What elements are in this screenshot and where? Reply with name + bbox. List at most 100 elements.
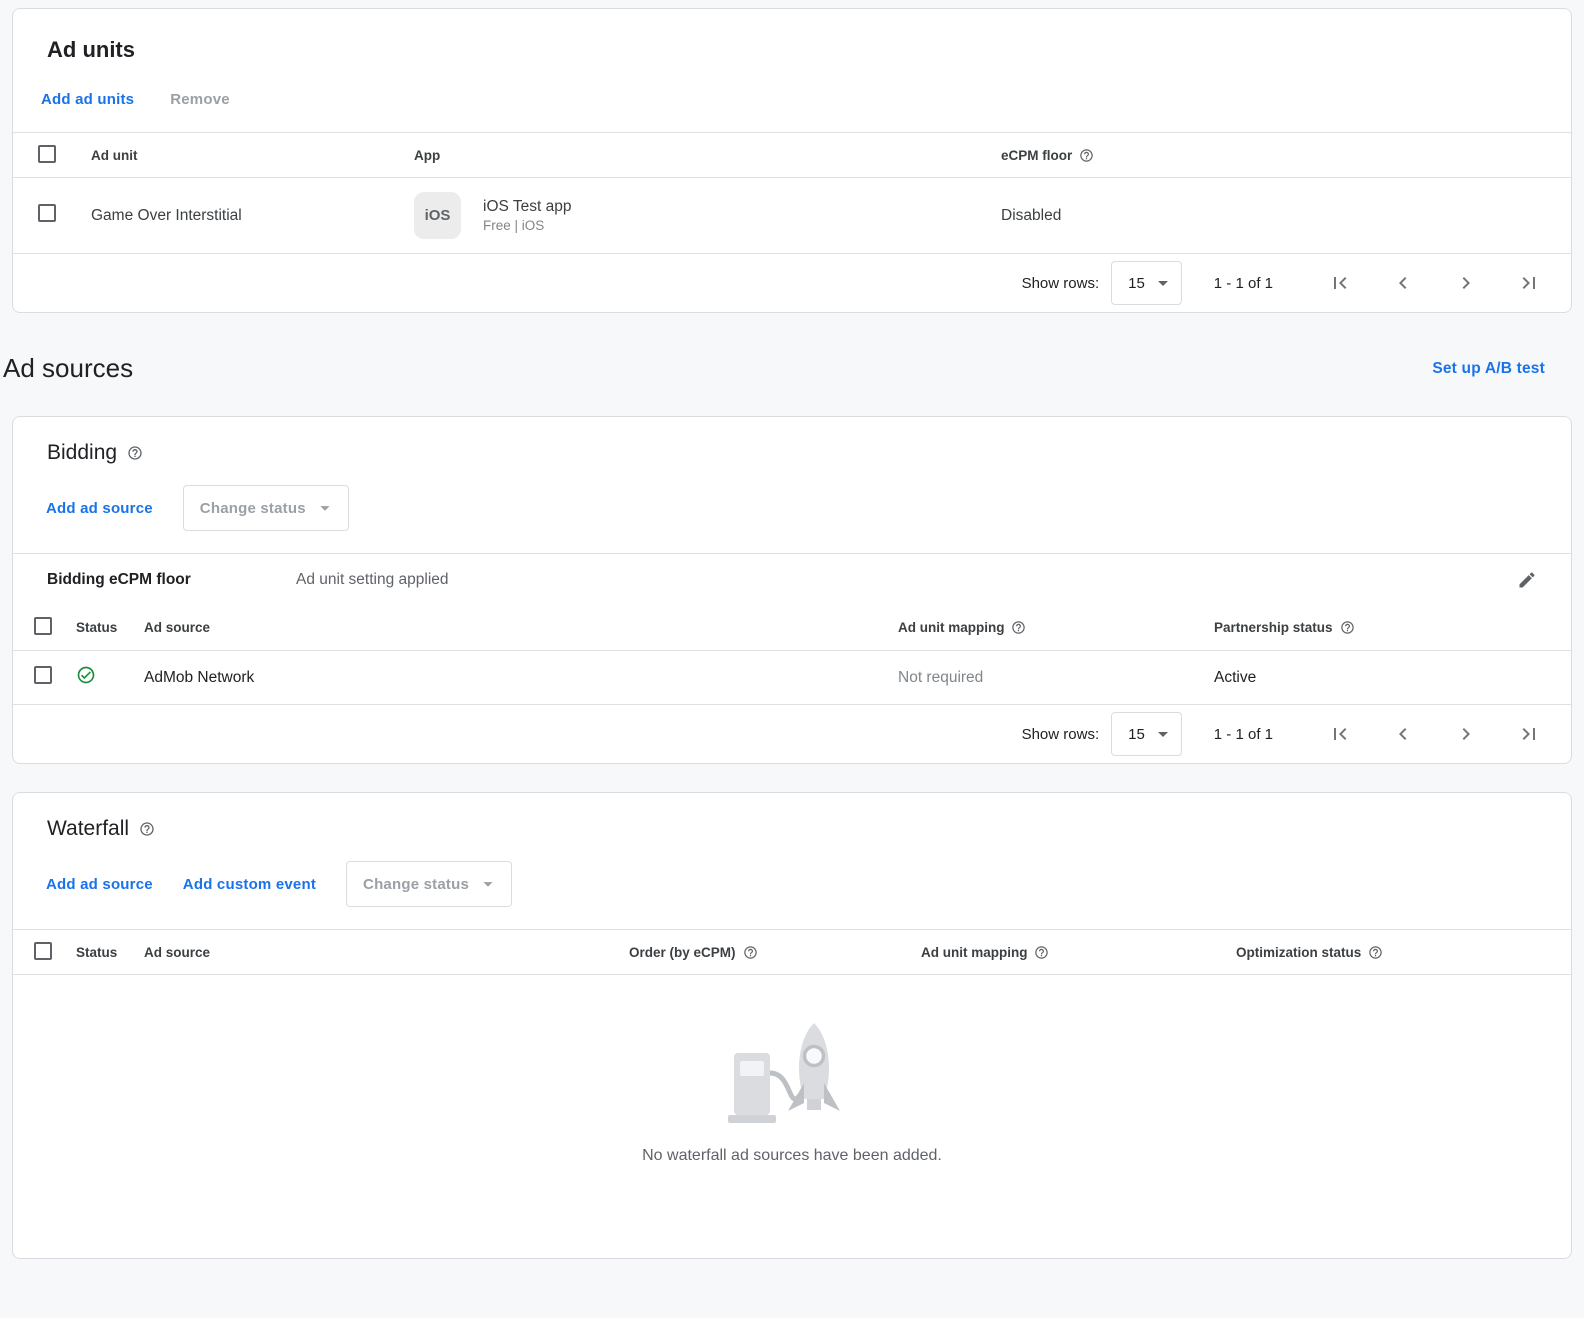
col-ad-unit-mapping-label: Ad unit mapping (898, 620, 1004, 635)
show-rows-label: Show rows: (1022, 726, 1100, 743)
waterfall-actions: Add ad source Add custom event Change st… (46, 861, 1571, 907)
change-status-label: Change status (200, 500, 306, 517)
edit-ecpm-floor-button[interactable] (1517, 570, 1571, 590)
chevron-down-icon (1151, 722, 1175, 746)
prev-page-icon[interactable] (1391, 271, 1415, 295)
help-icon[interactable] (127, 445, 143, 461)
col-optimization-status: Optimization status (1236, 945, 1571, 960)
pagination-nav (1328, 722, 1541, 746)
status-active-icon (76, 665, 96, 685)
ad-source-name: AdMob Network (144, 669, 898, 687)
ad-units-pagination: Show rows: 15 1 - 1 of 1 (13, 254, 1571, 312)
app-cell: iOS iOS Test app Free | iOS (414, 192, 1001, 239)
ad-sources-header: Ad sources Set up A/B test (3, 353, 1545, 384)
col-partnership-status: Partnership status (1214, 620, 1571, 635)
ad-unit-table-row[interactable]: Game Over Interstitial iOS iOS Test app … (13, 178, 1571, 254)
col-partnership-status-label: Partnership status (1214, 620, 1333, 635)
bidding-table-header: Status Ad source Ad unit mapping Partner… (13, 605, 1571, 651)
next-page-icon[interactable] (1454, 722, 1478, 746)
bidding-title: Bidding (47, 441, 117, 465)
bidding-ecpm-floor-label: Bidding eCPM floor (13, 571, 296, 589)
bidding-ecpm-floor-row: Bidding eCPM floor Ad unit setting appli… (13, 553, 1571, 605)
chevron-down-icon (1151, 271, 1175, 295)
bidding-card: Bidding Add ad source Change status Bidd… (12, 416, 1572, 764)
setup-ab-test-link[interactable]: Set up A/B test (1432, 360, 1545, 378)
ad-unit-mapping-value: Not required (898, 669, 1214, 687)
rows-per-page-value: 15 (1128, 275, 1145, 292)
rows-per-page-value: 15 (1128, 726, 1145, 743)
first-page-icon[interactable] (1328, 722, 1352, 746)
change-status-button[interactable]: Change status (346, 861, 512, 907)
rows-per-page-select[interactable]: 15 (1111, 712, 1182, 756)
first-page-icon[interactable] (1328, 271, 1352, 295)
ecpm-floor-value: Disabled (1001, 207, 1571, 225)
page-range: 1 - 1 of 1 (1214, 726, 1273, 743)
waterfall-empty-message: No waterfall ad sources have been added. (642, 1147, 942, 1165)
rows-per-page-select[interactable]: 15 (1111, 261, 1182, 305)
page-range: 1 - 1 of 1 (1214, 275, 1273, 292)
waterfall-card: Waterfall Add ad source Add custom event… (12, 792, 1572, 1259)
add-ad-units-link[interactable]: Add ad units (41, 91, 134, 108)
col-status: Status (76, 620, 144, 635)
bidding-pagination: Show rows: 15 1 - 1 of 1 (13, 705, 1571, 763)
waterfall-title-row: Waterfall (13, 793, 1571, 841)
pagination-nav (1328, 271, 1541, 295)
app-name: iOS Test app (483, 197, 571, 217)
app-meta: Free | iOS (483, 217, 571, 235)
help-icon[interactable] (743, 945, 758, 960)
select-all-checkbox[interactable] (38, 145, 56, 163)
pencil-icon (1517, 570, 1537, 590)
waterfall-table-header: Status Ad source Order (by eCPM) Ad unit… (13, 929, 1571, 975)
col-ecpm-floor: eCPM floor (1001, 148, 1571, 163)
ad-units-card: Ad units Add ad units Remove Ad unit App… (12, 8, 1572, 313)
ad-units-actions: Add ad units Remove (41, 91, 1571, 108)
remove-ad-units-link[interactable]: Remove (170, 91, 230, 108)
row-checkbox[interactable] (34, 666, 52, 684)
help-icon[interactable] (1340, 620, 1355, 635)
help-icon[interactable] (1011, 620, 1026, 635)
waterfall-title: Waterfall (47, 817, 129, 841)
col-ad-unit-mapping: Ad unit mapping (898, 620, 1214, 635)
next-page-icon[interactable] (1454, 271, 1478, 295)
change-status-label: Change status (363, 876, 469, 893)
help-icon[interactable] (1368, 945, 1383, 960)
select-all-checkbox[interactable] (34, 617, 52, 635)
chevron-down-icon (477, 873, 499, 895)
col-app: App (414, 148, 1001, 163)
col-ad-unit-mapping-label: Ad unit mapping (921, 945, 1027, 960)
prev-page-icon[interactable] (1391, 722, 1415, 746)
add-ad-source-link[interactable]: Add ad source (46, 876, 153, 893)
chevron-down-icon (314, 497, 336, 519)
rocket-fuel-illustration (712, 1011, 872, 1131)
last-page-icon[interactable] (1517, 271, 1541, 295)
show-rows-label: Show rows: (1022, 275, 1100, 292)
ad-unit-name: Game Over Interstitial (91, 207, 414, 225)
help-icon[interactable] (1034, 945, 1049, 960)
col-optimization-status-label: Optimization status (1236, 945, 1361, 960)
ad-sources-title: Ad sources (3, 353, 133, 384)
col-ad-source: Ad source (144, 620, 898, 635)
col-order: Order (by eCPM) (629, 945, 921, 960)
bidding-actions: Add ad source Change status (46, 485, 1571, 531)
select-all-checkbox[interactable] (34, 942, 52, 960)
col-ad-source: Ad source (144, 945, 629, 960)
bidding-table-row[interactable]: AdMob Network Not required Active (13, 651, 1571, 705)
bidding-ecpm-floor-value: Ad unit setting applied (296, 571, 449, 589)
col-order-label: Order (by eCPM) (629, 945, 736, 960)
bidding-title-row: Bidding (13, 417, 1571, 465)
change-status-button[interactable]: Change status (183, 485, 349, 531)
add-ad-source-link[interactable]: Add ad source (46, 500, 153, 517)
help-icon[interactable] (1079, 148, 1094, 163)
app-icon-text: iOS (425, 207, 451, 224)
col-status: Status (76, 945, 144, 960)
col-ad-unit: Ad unit (91, 148, 414, 163)
waterfall-empty-state: No waterfall ad sources have been added. (13, 975, 1571, 1258)
help-icon[interactable] (139, 821, 155, 837)
ad-units-title: Ad units (13, 9, 1571, 63)
row-checkbox[interactable] (38, 204, 56, 222)
app-icon-ios: iOS (414, 192, 461, 239)
col-ecpm-floor-label: eCPM floor (1001, 148, 1072, 163)
add-custom-event-link[interactable]: Add custom event (183, 876, 316, 893)
last-page-icon[interactable] (1517, 722, 1541, 746)
ad-units-table-header: Ad unit App eCPM floor (13, 132, 1571, 178)
